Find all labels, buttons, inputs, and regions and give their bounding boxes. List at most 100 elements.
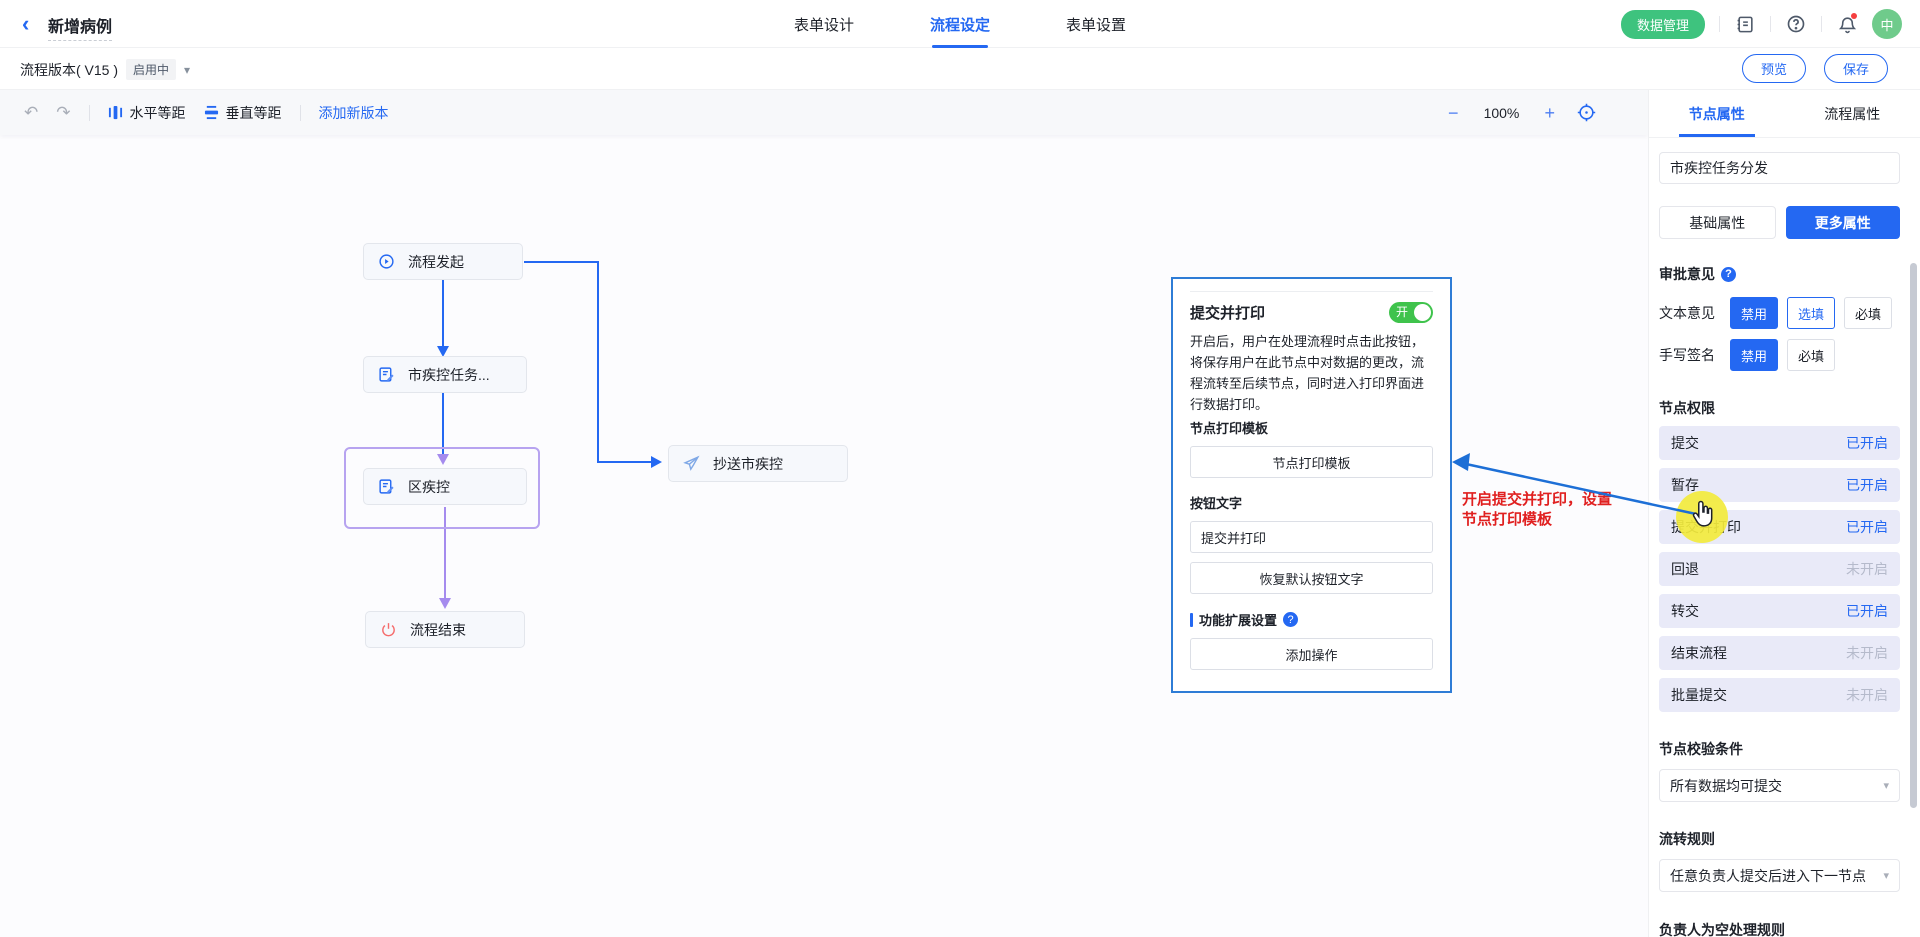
version-info[interactable]: 流程版本( V15 ) 启用中 ▾ xyxy=(20,59,190,80)
help-icon[interactable]: ? xyxy=(1721,267,1736,282)
text-opinion-label: 文本意见 xyxy=(1659,303,1721,323)
divider xyxy=(89,105,90,121)
permission-label: 批量提交 xyxy=(1671,685,1727,705)
button-text-input[interactable] xyxy=(1190,521,1433,553)
flow-rule-select[interactable]: 任意负责人提交后进入下一节点 ▾ xyxy=(1659,859,1900,892)
signature-label: 手写签名 xyxy=(1659,345,1721,365)
button-text-label: 按钮文字 xyxy=(1190,493,1433,512)
permission-label: 结束流程 xyxy=(1671,643,1727,663)
tab-form-design[interactable]: 表单设计 xyxy=(794,0,854,48)
chevron-down-icon[interactable]: ▾ xyxy=(184,63,190,77)
permission-status: 已开启 xyxy=(1846,433,1888,453)
app-header: ‹ 新增病例 表单设计 流程设定 表单设置 数据管理 中 xyxy=(0,0,1920,48)
permission-row-submit[interactable]: 提交 已开启 xyxy=(1659,426,1900,460)
contacts-icon[interactable] xyxy=(1734,13,1756,35)
node-flow-start[interactable]: 流程发起 xyxy=(363,243,523,280)
tab-node-properties[interactable]: 节点属性 xyxy=(1649,90,1785,137)
tab-flow-properties[interactable]: 流程属性 xyxy=(1785,90,1920,137)
add-new-version-button[interactable]: 添加新版本 xyxy=(319,103,389,123)
divider xyxy=(1719,16,1720,32)
divider xyxy=(1821,16,1822,32)
permission-label: 回退 xyxy=(1671,559,1699,579)
undo-icon[interactable]: ↶ xyxy=(24,103,38,123)
preview-button[interactable]: 预览 xyxy=(1742,54,1806,83)
node-district-cdc[interactable]: 区疾控 xyxy=(363,468,527,505)
node-label: 抄送市疾控 xyxy=(713,454,783,474)
permission-label: 转交 xyxy=(1671,601,1699,621)
print-template-button[interactable]: 节点打印模板 xyxy=(1190,446,1433,478)
restore-default-button[interactable]: 恢复默认按钮文字 xyxy=(1190,562,1433,594)
sidebar-scrollbar[interactable] xyxy=(1910,263,1917,808)
permission-status: 已开启 xyxy=(1846,475,1888,495)
chevron-down-icon: ▾ xyxy=(1883,869,1889,882)
annotation-line2: 节点打印模板 xyxy=(1462,510,1612,530)
divider xyxy=(300,105,301,121)
node-label: 区疾控 xyxy=(408,477,450,497)
approval-opinion-title: 审批意见 xyxy=(1659,264,1715,284)
divider xyxy=(1770,16,1771,32)
status-badge: 启用中 xyxy=(126,59,176,80)
toggle-on-label: 开 xyxy=(1396,305,1408,320)
popup-description: 开启后，用户在处理流程时点击此按钮，将保存用户在此节点中对数据的更改，流程流转至… xyxy=(1190,331,1433,415)
save-button[interactable]: 保存 xyxy=(1824,54,1888,83)
permission-row-rollback[interactable]: 回退 未开启 xyxy=(1659,552,1900,586)
notification-dot xyxy=(1851,13,1857,19)
annotation-line1: 开启提交并打印，设置 xyxy=(1462,490,1612,510)
version-bar: 流程版本( V15 ) 启用中 ▾ 预览 保存 xyxy=(0,48,1920,90)
validation-value: 所有数据均可提交 xyxy=(1670,776,1782,796)
divider xyxy=(1190,291,1433,292)
validation-select[interactable]: 所有数据均可提交 ▾ xyxy=(1659,769,1900,802)
red-annotation: 开启提交并打印，设置 节点打印模板 xyxy=(1462,490,1612,529)
basic-properties-button[interactable]: 基础属性 xyxy=(1659,206,1776,239)
node-city-cdc-task[interactable]: 市疾控任务... xyxy=(363,356,527,393)
permission-status: 未开启 xyxy=(1846,685,1888,705)
text-opinion-disable-button[interactable]: 禁用 xyxy=(1730,297,1778,329)
submit-print-toggle[interactable]: 开 xyxy=(1389,302,1433,323)
send-plane-icon xyxy=(683,455,700,472)
play-icon xyxy=(378,253,395,270)
header-right: 数据管理 中 xyxy=(1621,0,1902,48)
permission-row-transfer[interactable]: 转交 已开启 xyxy=(1659,594,1900,628)
tab-form-config[interactable]: 表单设置 xyxy=(1066,0,1126,48)
empty-owner-rule-title: 负责人为空处理规则 xyxy=(1659,920,1785,937)
text-opinion-optional-button[interactable]: 选填 xyxy=(1787,297,1835,329)
signature-disable-button[interactable]: 禁用 xyxy=(1730,339,1778,371)
help-icon[interactable]: ? xyxy=(1283,612,1298,627)
vertical-equal-icon xyxy=(204,105,219,120)
vertical-equal-button[interactable]: 垂直等距 xyxy=(204,103,282,123)
data-manage-button[interactable]: 数据管理 xyxy=(1621,10,1705,39)
permission-row-end-flow[interactable]: 结束流程 未开启 xyxy=(1659,636,1900,670)
extension-setting-label: 功能扩展设置 xyxy=(1199,610,1277,629)
zoom-in-button[interactable]: + xyxy=(1544,104,1555,122)
permission-status: 已开启 xyxy=(1846,517,1888,537)
permission-status: 已开启 xyxy=(1846,601,1888,621)
hand-cursor-icon xyxy=(1688,500,1716,530)
redo-icon[interactable]: ↷ xyxy=(56,103,70,123)
text-opinion-required-button[interactable]: 必填 xyxy=(1844,297,1892,329)
permission-label: 暂存 xyxy=(1671,475,1699,495)
validation-title: 节点校验条件 xyxy=(1659,739,1743,759)
node-label: 流程发起 xyxy=(408,252,464,272)
zoom-out-button[interactable]: − xyxy=(1448,104,1459,122)
form-edit-icon xyxy=(378,478,395,495)
node-name-input[interactable] xyxy=(1659,152,1900,184)
help-icon[interactable] xyxy=(1785,13,1807,35)
horizontal-equal-button[interactable]: 水平等距 xyxy=(108,103,186,123)
avatar[interactable]: 中 xyxy=(1872,9,1902,39)
node-label: 流程结束 xyxy=(410,620,466,640)
more-properties-button[interactable]: 更多属性 xyxy=(1786,206,1901,239)
node-label: 市疾控任务... xyxy=(408,365,490,385)
permission-status: 未开启 xyxy=(1846,559,1888,579)
canvas-toolbar: ↶ ↷ 水平等距 垂直等距 添加新版本 − 100% + xyxy=(0,90,1648,135)
toggle-knob xyxy=(1414,304,1431,321)
add-action-button[interactable]: 添加操作 xyxy=(1190,638,1433,670)
version-actions: 预览 保存 xyxy=(1742,54,1888,83)
node-cc-city-cdc[interactable]: 抄送市疾控 xyxy=(668,445,848,482)
node-flow-end[interactable]: 流程结束 xyxy=(365,611,525,648)
permission-row-save-draft[interactable]: 暂存 已开启 xyxy=(1659,468,1900,502)
permission-row-batch-submit[interactable]: 批量提交 未开启 xyxy=(1659,678,1900,712)
fit-center-icon[interactable] xyxy=(1577,103,1596,122)
notification-bell-icon[interactable] xyxy=(1836,13,1858,35)
signature-required-button[interactable]: 必填 xyxy=(1787,339,1835,371)
tab-flow-setting[interactable]: 流程设定 xyxy=(930,0,990,48)
